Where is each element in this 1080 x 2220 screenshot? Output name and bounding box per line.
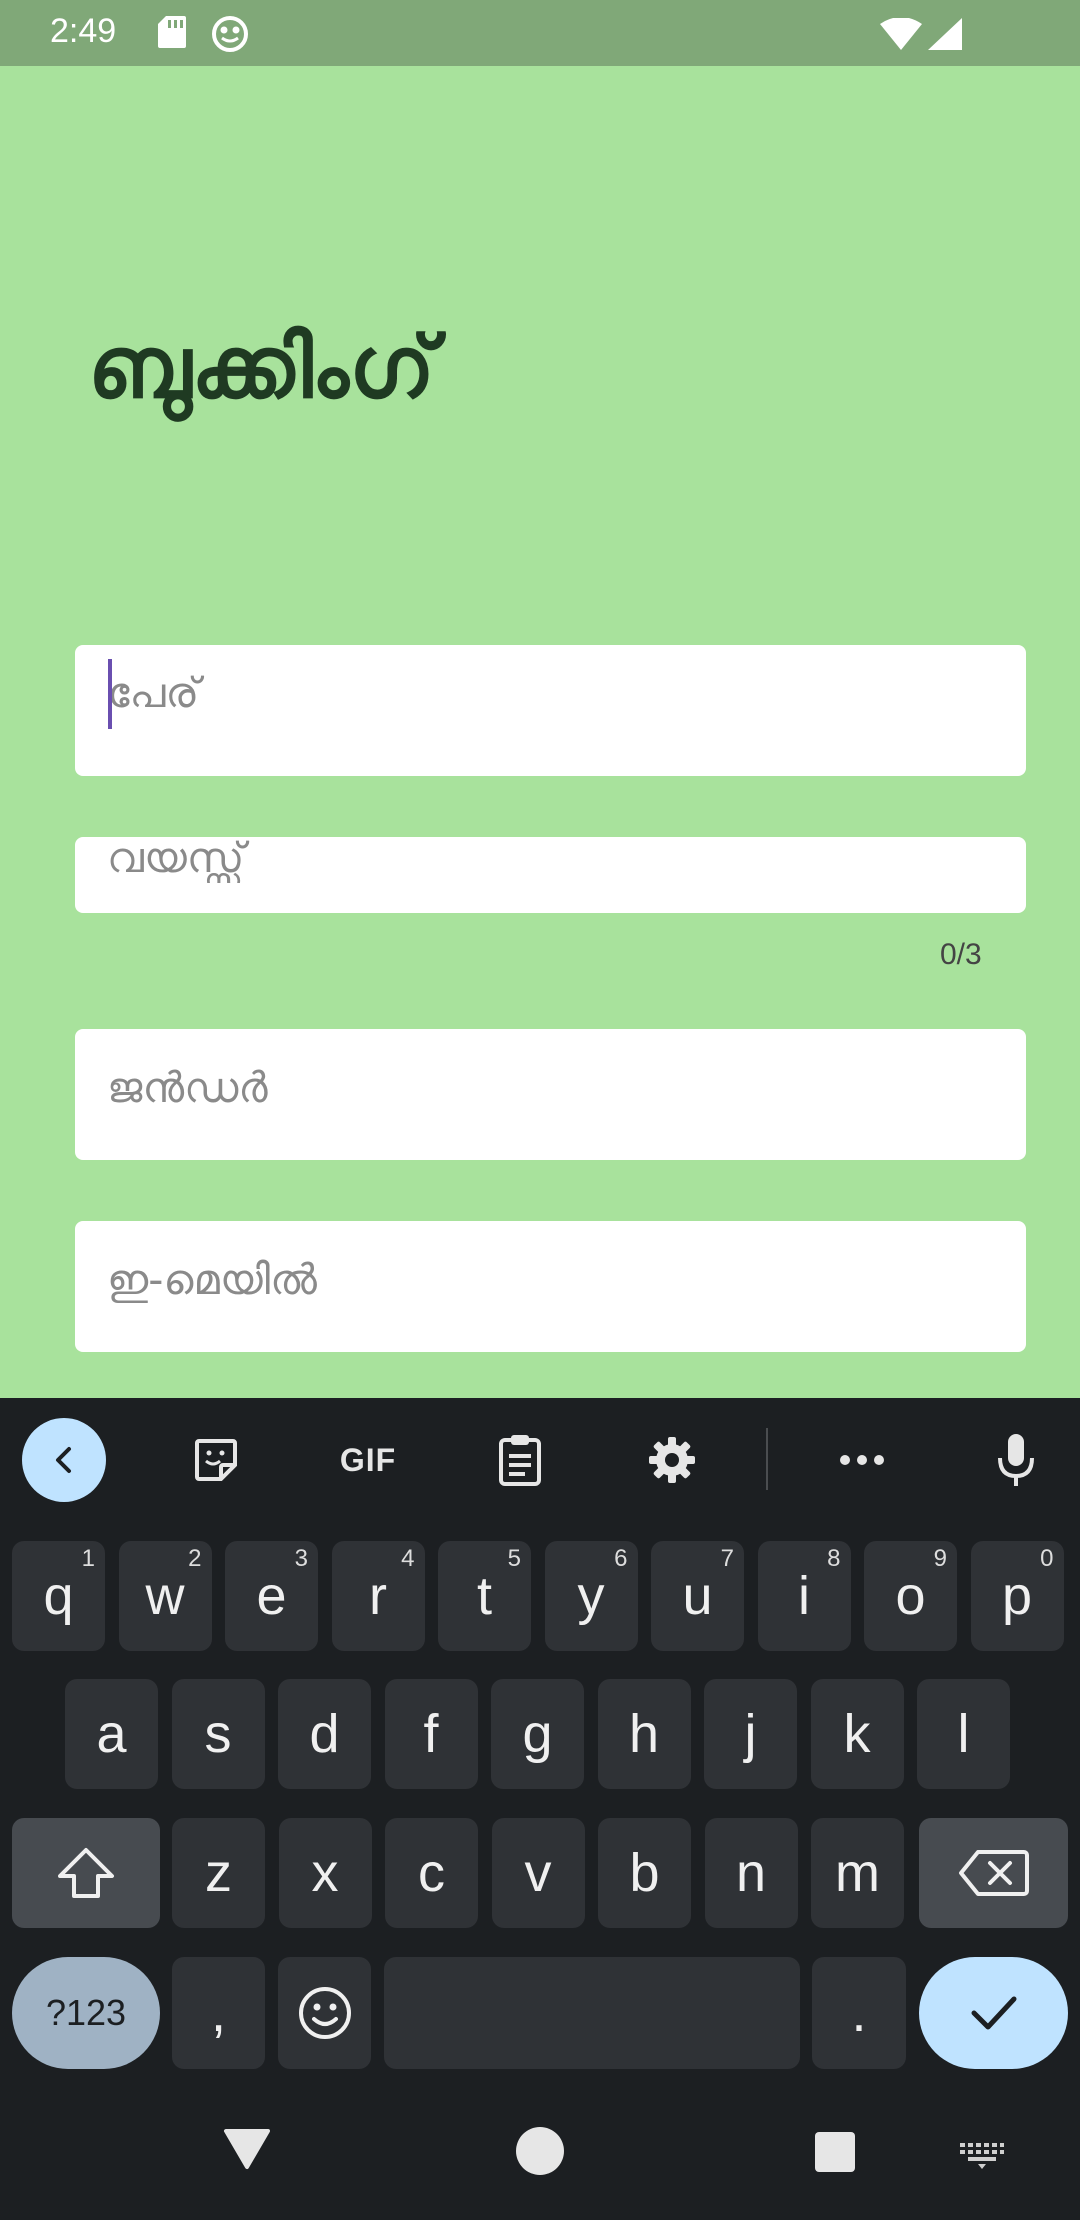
key-l[interactable]: l <box>917 1679 1010 1789</box>
backspace-icon <box>958 1850 1029 1896</box>
page-title: ബുക്കിംഗ് <box>88 318 435 418</box>
key-label: q <box>43 1566 74 1626</box>
email-field[interactable] <box>75 1221 1026 1352</box>
backspace-key[interactable] <box>919 1818 1068 1928</box>
done-key[interactable] <box>919 1957 1068 2069</box>
key-p[interactable]: p0 <box>970 1541 1064 1651</box>
symbols-key[interactable]: ?123 <box>12 1957 160 2069</box>
key-label: e <box>256 1566 287 1626</box>
shift-key[interactable] <box>12 1818 160 1928</box>
frog-icon <box>212 16 248 52</box>
key-label: t <box>476 1566 492 1626</box>
back-icon <box>56 1447 71 1473</box>
keyboard-toolbar: GIF <box>0 1398 1080 1518</box>
key-i[interactable]: i8 <box>757 1541 851 1651</box>
space-key[interactable] <box>384 1957 800 2069</box>
key-c[interactable]: c <box>385 1818 478 1928</box>
name-input[interactable] <box>75 645 1026 776</box>
name-field[interactable] <box>75 645 1026 776</box>
key-hint: 0 <box>1040 1545 1054 1572</box>
key-hint: 9 <box>933 1545 947 1572</box>
navigation-bar <box>0 2085 1080 2220</box>
key-w[interactable]: w2 <box>118 1541 212 1651</box>
key-t[interactable]: t5 <box>438 1541 531 1651</box>
key-g[interactable]: g <box>491 1679 584 1789</box>
email-input[interactable] <box>75 1221 1026 1352</box>
text-caret <box>108 659 112 729</box>
key-m[interactable]: m <box>811 1818 904 1928</box>
key-k[interactable]: k <box>810 1679 904 1789</box>
key-f[interactable]: f <box>384 1679 478 1789</box>
signal-icon <box>928 18 962 50</box>
settings-icon <box>649 1437 695 1483</box>
key-e[interactable]: e3 <box>225 1541 318 1651</box>
key-hint: 1 <box>81 1545 95 1572</box>
key-o[interactable]: o9 <box>864 1541 957 1651</box>
gif-button[interactable]: GIF <box>326 1418 410 1502</box>
key-r[interactable]: r4 <box>331 1541 425 1651</box>
key-label: y <box>577 1566 605 1626</box>
comma-key[interactable]: , <box>172 1957 265 2069</box>
age-input[interactable] <box>75 837 1026 913</box>
key-b[interactable]: b <box>598 1818 691 1928</box>
emoji-key[interactable] <box>278 1957 371 2069</box>
more-icon <box>840 1455 884 1465</box>
key-hint: 7 <box>720 1545 734 1572</box>
key-z[interactable]: z <box>172 1818 265 1928</box>
sd-card-icon <box>158 16 186 48</box>
recents-nav-icon[interactable] <box>814 2131 856 2173</box>
status-time: 2:49 <box>50 12 117 50</box>
age-char-counter: 0/3 <box>940 938 982 971</box>
sticker-icon <box>195 1439 237 1481</box>
key-hint: 5 <box>507 1545 521 1572</box>
key-x[interactable]: x <box>278 1818 372 1928</box>
key-y[interactable]: y6 <box>544 1541 638 1651</box>
toolbar-back-button[interactable] <box>22 1418 106 1502</box>
clipboard-icon <box>499 1435 541 1486</box>
key-label: r <box>369 1566 387 1626</box>
key-label: i <box>798 1566 810 1626</box>
key-label: o <box>895 1566 926 1626</box>
toolbar-divider <box>766 1428 768 1490</box>
back-nav-icon[interactable] <box>222 2127 272 2171</box>
shift-icon <box>58 1848 114 1898</box>
period-key[interactable]: . <box>812 1957 906 2069</box>
settings-button[interactable] <box>630 1418 714 1502</box>
age-field[interactable] <box>75 837 1026 913</box>
key-hint: 2 <box>188 1545 202 1572</box>
status-bar: 2:49 <box>0 0 1080 66</box>
key-hint: 6 <box>614 1545 628 1572</box>
key-q[interactable]: q1 <box>12 1541 105 1651</box>
key-hint: 4 <box>401 1545 415 1572</box>
key-s[interactable]: s <box>171 1679 265 1789</box>
gender-field[interactable] <box>75 1029 1026 1160</box>
key-label: u <box>682 1566 713 1626</box>
key-n[interactable]: n <box>704 1818 798 1928</box>
more-button[interactable] <box>820 1418 904 1502</box>
check-icon <box>971 1996 1016 2030</box>
key-j[interactable]: j <box>704 1679 797 1789</box>
mic-icon <box>998 1434 1034 1486</box>
key-label: p <box>1001 1566 1033 1626</box>
wifi-icon <box>880 18 922 50</box>
key-u[interactable]: u7 <box>651 1541 744 1651</box>
gender-input[interactable] <box>75 1029 1026 1160</box>
key-hint: 3 <box>294 1545 308 1572</box>
key-hint: 8 <box>827 1545 841 1572</box>
key-label: w <box>145 1566 185 1626</box>
key-v[interactable]: v <box>491 1818 585 1928</box>
key-h[interactable]: h <box>597 1679 691 1789</box>
emoji-icon <box>298 1987 351 2039</box>
keyboard-switch-icon[interactable] <box>960 2143 1004 2169</box>
mic-button[interactable] <box>974 1418 1058 1502</box>
home-nav-icon[interactable] <box>514 2125 566 2177</box>
sticker-button[interactable] <box>174 1418 258 1502</box>
key-d[interactable]: d <box>278 1679 371 1789</box>
key-a[interactable]: a <box>65 1679 158 1789</box>
clipboard-button[interactable] <box>478 1418 562 1502</box>
